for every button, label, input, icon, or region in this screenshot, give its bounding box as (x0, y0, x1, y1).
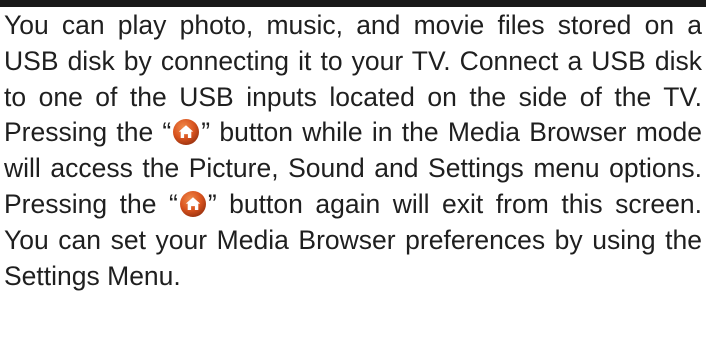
top-rule (0, 0, 706, 7)
home-icon (172, 118, 200, 146)
usb-media-paragraph: You can play photo, music, and movie fil… (4, 8, 702, 294)
home-icon (179, 190, 207, 218)
